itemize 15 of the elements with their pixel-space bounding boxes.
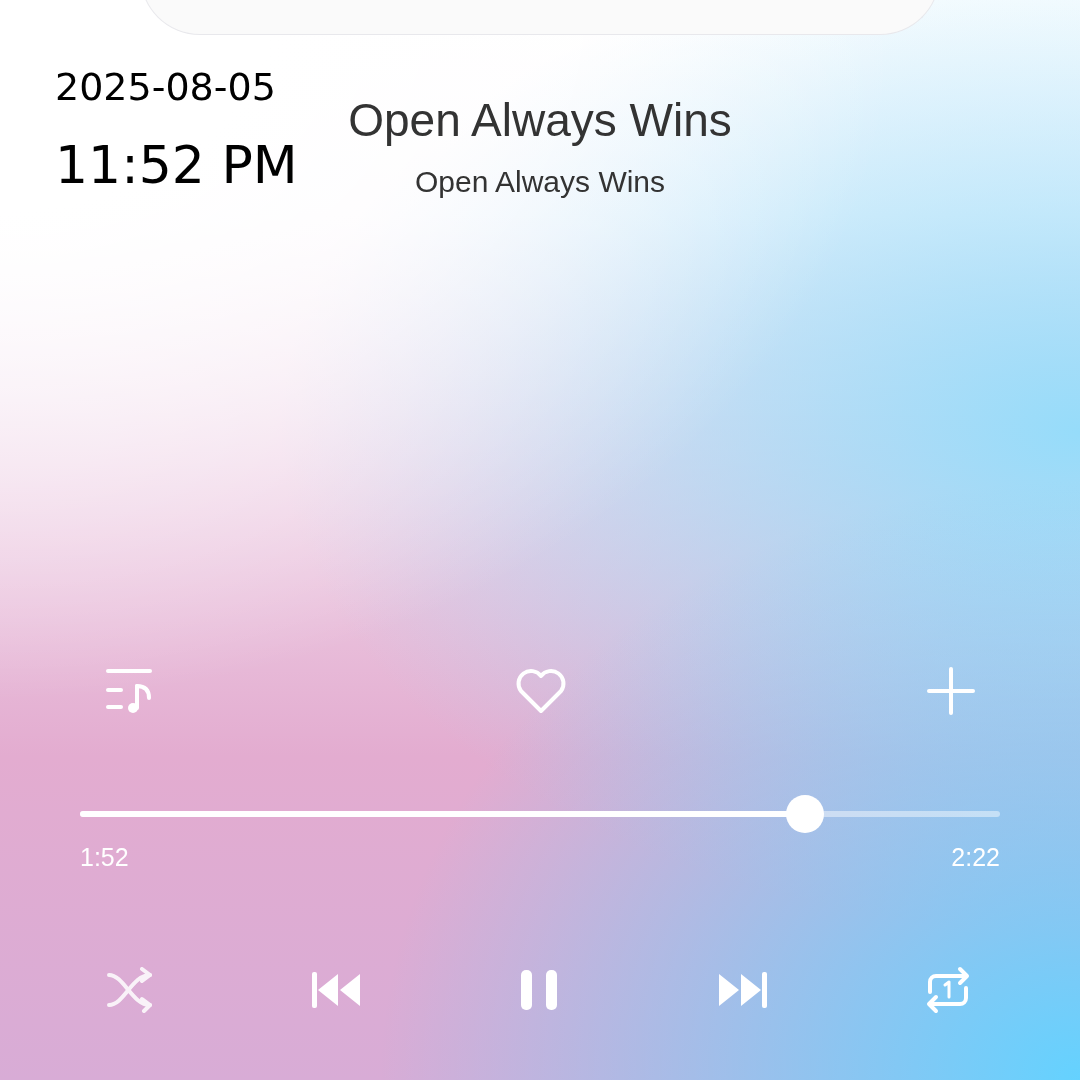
song-title: Open Always Wins	[348, 93, 732, 147]
time-label: 11:52 PM	[55, 135, 299, 195]
repeat-one-icon[interactable]	[924, 966, 972, 1014]
next-icon[interactable]	[716, 970, 769, 1010]
artist-name: Open Always Wins	[414, 165, 666, 199]
add-icon[interactable]	[927, 667, 975, 715]
slider-thumb[interactable]	[785, 795, 824, 833]
heart-icon[interactable]	[515, 668, 567, 714]
playlist-icon[interactable]	[105, 668, 155, 714]
elapsed-time: 1:52	[80, 843, 129, 872]
date-label: 2025-08-05	[55, 65, 277, 109]
total-time: 2:22	[951, 843, 1000, 872]
previous-icon[interactable]	[309, 970, 362, 1010]
progress-slider[interactable]	[80, 795, 1000, 833]
shuffle-icon[interactable]	[106, 967, 154, 1013]
